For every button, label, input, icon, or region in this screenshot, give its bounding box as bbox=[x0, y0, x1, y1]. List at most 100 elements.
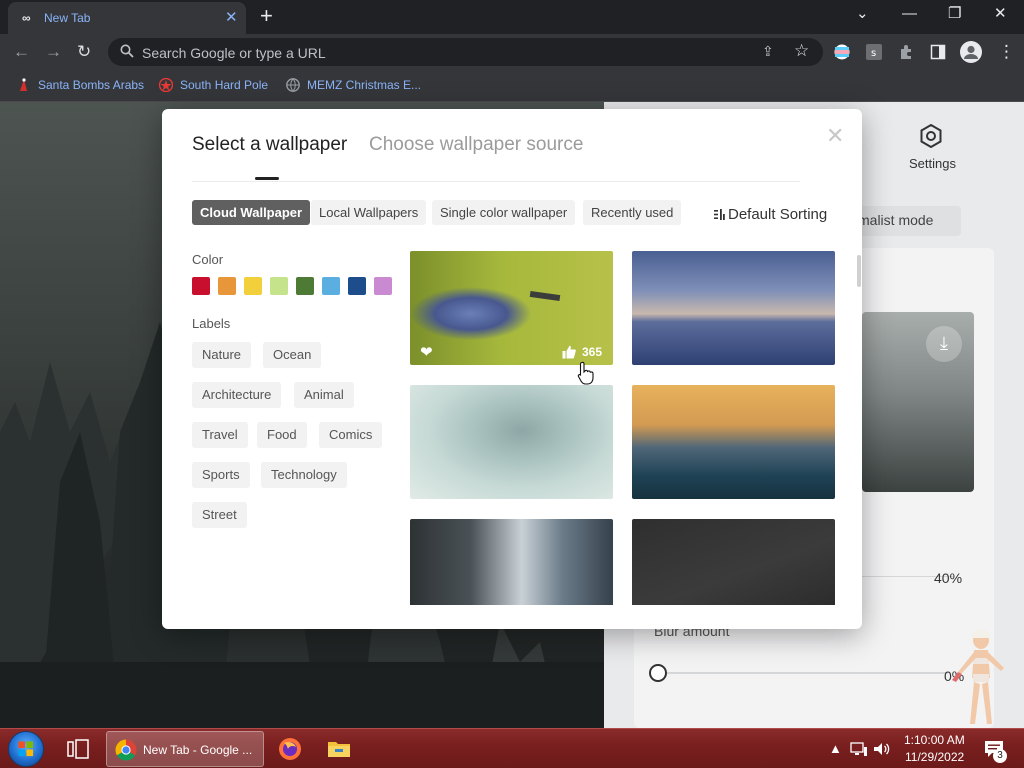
label-chip-nature[interactable]: Nature bbox=[192, 342, 252, 368]
wallpaper-dialog: Select a wallpaper Choose wallpaper sour… bbox=[162, 109, 862, 629]
labels-heading: Labels bbox=[192, 316, 231, 331]
extensions-puzzle-icon[interactable] bbox=[898, 44, 914, 60]
omnibox[interactable]: Search Google or type a URL ⇪ ☆ bbox=[108, 38, 823, 66]
desktop-character-sprite bbox=[952, 629, 1004, 724]
task-view-icon[interactable] bbox=[67, 739, 89, 759]
hand-cursor-icon bbox=[577, 361, 594, 385]
bookmark-label: Santa Bombs Arabs bbox=[38, 78, 145, 92]
clock-date[interactable]: 11/29/2022 bbox=[905, 750, 964, 764]
extension-flag-icon[interactable] bbox=[834, 44, 850, 60]
bookmarks-bar: Santa Bombs Arabs South Hard Pole MEMZ C… bbox=[0, 70, 1024, 102]
file-explorer-icon[interactable] bbox=[327, 737, 351, 761]
wallpaper-grid: ❤ 365 bbox=[410, 251, 838, 605]
bookmark-memz-christmas[interactable]: MEMZ Christmas E... bbox=[286, 77, 421, 95]
infinity-icon: ∞ bbox=[22, 11, 31, 25]
wallpaper-thumbnail-wave[interactable] bbox=[632, 385, 835, 499]
label-chip-comics[interactable]: Comics bbox=[319, 422, 383, 448]
filter-local-wallpapers[interactable]: Local Wallpapers bbox=[311, 200, 427, 225]
sort-label: Default Sorting bbox=[728, 206, 828, 223]
bookmark-star-icon[interactable]: ☆ bbox=[794, 41, 809, 61]
bookmark-label: South Hard Pole bbox=[180, 78, 269, 92]
color-swatch-navy[interactable] bbox=[348, 277, 366, 295]
windows-logo-icon bbox=[18, 741, 34, 757]
settings-label: Settings bbox=[909, 156, 956, 171]
window-close-button[interactable]: ✕ bbox=[994, 4, 1007, 24]
restore-button[interactable]: ❐ bbox=[948, 4, 961, 24]
blur-slider-handle[interactable] bbox=[649, 664, 667, 682]
opacity-value: 40% bbox=[934, 570, 963, 586]
filter-cloud-wallpaper[interactable]: Cloud Wallpaper bbox=[192, 200, 311, 225]
show-hidden-icons[interactable]: ▲ bbox=[829, 741, 842, 756]
tab-divider bbox=[192, 181, 800, 182]
wallpaper-thumbnail-smoke[interactable] bbox=[410, 385, 613, 499]
color-swatch-yellow[interactable] bbox=[244, 277, 262, 295]
tab-strip: ∞ New Tab ✕ + ⌄ — ❐ ✕ bbox=[0, 0, 1024, 34]
taskbar-chrome-label: New Tab - Google ... bbox=[143, 743, 253, 757]
label-chip-ocean[interactable]: Ocean bbox=[263, 342, 322, 368]
wallpaper-thumbnail-lake[interactable] bbox=[632, 251, 835, 365]
omnibox-placeholder: Search Google or type a URL bbox=[142, 45, 326, 61]
label-chip-street[interactable]: Street bbox=[192, 502, 247, 528]
browser-tab[interactable]: ∞ New Tab ✕ bbox=[8, 2, 246, 34]
minimize-button[interactable]: — bbox=[902, 4, 917, 24]
network-icon[interactable] bbox=[850, 741, 868, 757]
active-tab-indicator bbox=[255, 177, 279, 180]
taskbar-chrome-window[interactable]: New Tab - Google ... bbox=[106, 731, 264, 767]
wallpaper-thumbnail-bird[interactable]: ❤ 365 bbox=[410, 251, 613, 365]
chrome-icon bbox=[115, 739, 137, 761]
tab-search-icon[interactable]: ⌄ bbox=[856, 4, 869, 24]
extension-s-icon[interactable]: s bbox=[866, 44, 882, 60]
download-icon[interactable]: ⤓ bbox=[926, 326, 962, 362]
more-menu-icon[interactable]: ⋮ bbox=[998, 41, 1015, 63]
bookmark-santa-bombs-arabs[interactable]: Santa Bombs Arabs bbox=[17, 77, 147, 95]
wallpaper-thumbnail-steps[interactable] bbox=[632, 519, 835, 605]
reload-button[interactable]: ↻ bbox=[77, 41, 91, 63]
label-chip-travel[interactable]: Travel bbox=[192, 422, 248, 448]
minimalist-mode-label: malist mode bbox=[858, 212, 934, 228]
tab-choose-wallpaper-source[interactable]: Choose wallpaper source bbox=[369, 134, 583, 156]
dialog-close-icon[interactable]: ✕ bbox=[826, 125, 844, 147]
color-swatch-red[interactable] bbox=[192, 277, 210, 295]
bookmark-label: MEMZ Christmas E... bbox=[307, 78, 422, 92]
filter-recently-used[interactable]: Recently used bbox=[583, 200, 682, 225]
forward-button[interactable]: → bbox=[45, 41, 62, 63]
sort-icon bbox=[714, 209, 725, 220]
back-button[interactable]: ← bbox=[13, 41, 30, 63]
volume-icon[interactable] bbox=[873, 741, 891, 757]
label-chip-animal[interactable]: Animal bbox=[294, 382, 354, 408]
color-swatch-sky-blue[interactable] bbox=[322, 277, 340, 295]
color-swatch-light-green[interactable] bbox=[270, 277, 288, 295]
blur-slider-track[interactable] bbox=[658, 672, 948, 674]
globe-icon bbox=[286, 78, 300, 92]
browser-toolbar: ← → ↻ Search Google or type a URL ⇪ ☆ s … bbox=[0, 34, 1024, 70]
label-chip-technology[interactable]: Technology bbox=[261, 462, 347, 488]
heart-icon[interactable]: ❤ bbox=[420, 343, 433, 361]
filter-single-color-wallpaper[interactable]: Single color wallpaper bbox=[432, 200, 576, 225]
bird-beak-shape bbox=[529, 290, 561, 302]
label-chip-food[interactable]: Food bbox=[257, 422, 307, 448]
bookmark-south-hard-pole[interactable]: South Hard Pole bbox=[159, 77, 274, 95]
color-swatch-orange[interactable] bbox=[218, 277, 236, 295]
label-chip-architecture[interactable]: Architecture bbox=[192, 382, 282, 408]
color-swatch-green[interactable] bbox=[296, 277, 314, 295]
color-swatch-lilac[interactable] bbox=[374, 277, 392, 295]
wallpaper-thumbnail-city[interactable] bbox=[410, 519, 613, 605]
settings-gear-icon[interactable] bbox=[919, 124, 943, 148]
share-icon[interactable]: ⇪ bbox=[762, 43, 774, 60]
thumbs-up-icon[interactable] bbox=[562, 345, 576, 359]
label-chip-sports[interactable]: Sports bbox=[192, 462, 250, 488]
new-tab-button[interactable]: + bbox=[260, 4, 273, 28]
windows-taskbar: New Tab - Google ... ▲ 1:10:00 AM 11/29/… bbox=[0, 728, 1024, 768]
firefox-icon[interactable] bbox=[278, 737, 302, 761]
clock-time[interactable]: 1:10:00 AM bbox=[904, 733, 965, 747]
sort-dropdown[interactable]: Default Sorting bbox=[714, 206, 827, 223]
search-icon bbox=[120, 44, 134, 58]
santa-icon bbox=[20, 78, 27, 91]
side-panel-icon[interactable] bbox=[930, 44, 946, 60]
grid-scrollbar[interactable] bbox=[857, 255, 861, 287]
notification-count-badge: 3 bbox=[993, 749, 1007, 763]
profile-avatar-icon[interactable] bbox=[960, 41, 982, 63]
tab-select-wallpaper[interactable]: Select a wallpaper bbox=[192, 134, 347, 156]
start-button[interactable] bbox=[8, 731, 44, 767]
tab-close-icon[interactable]: ✕ bbox=[225, 8, 238, 26]
